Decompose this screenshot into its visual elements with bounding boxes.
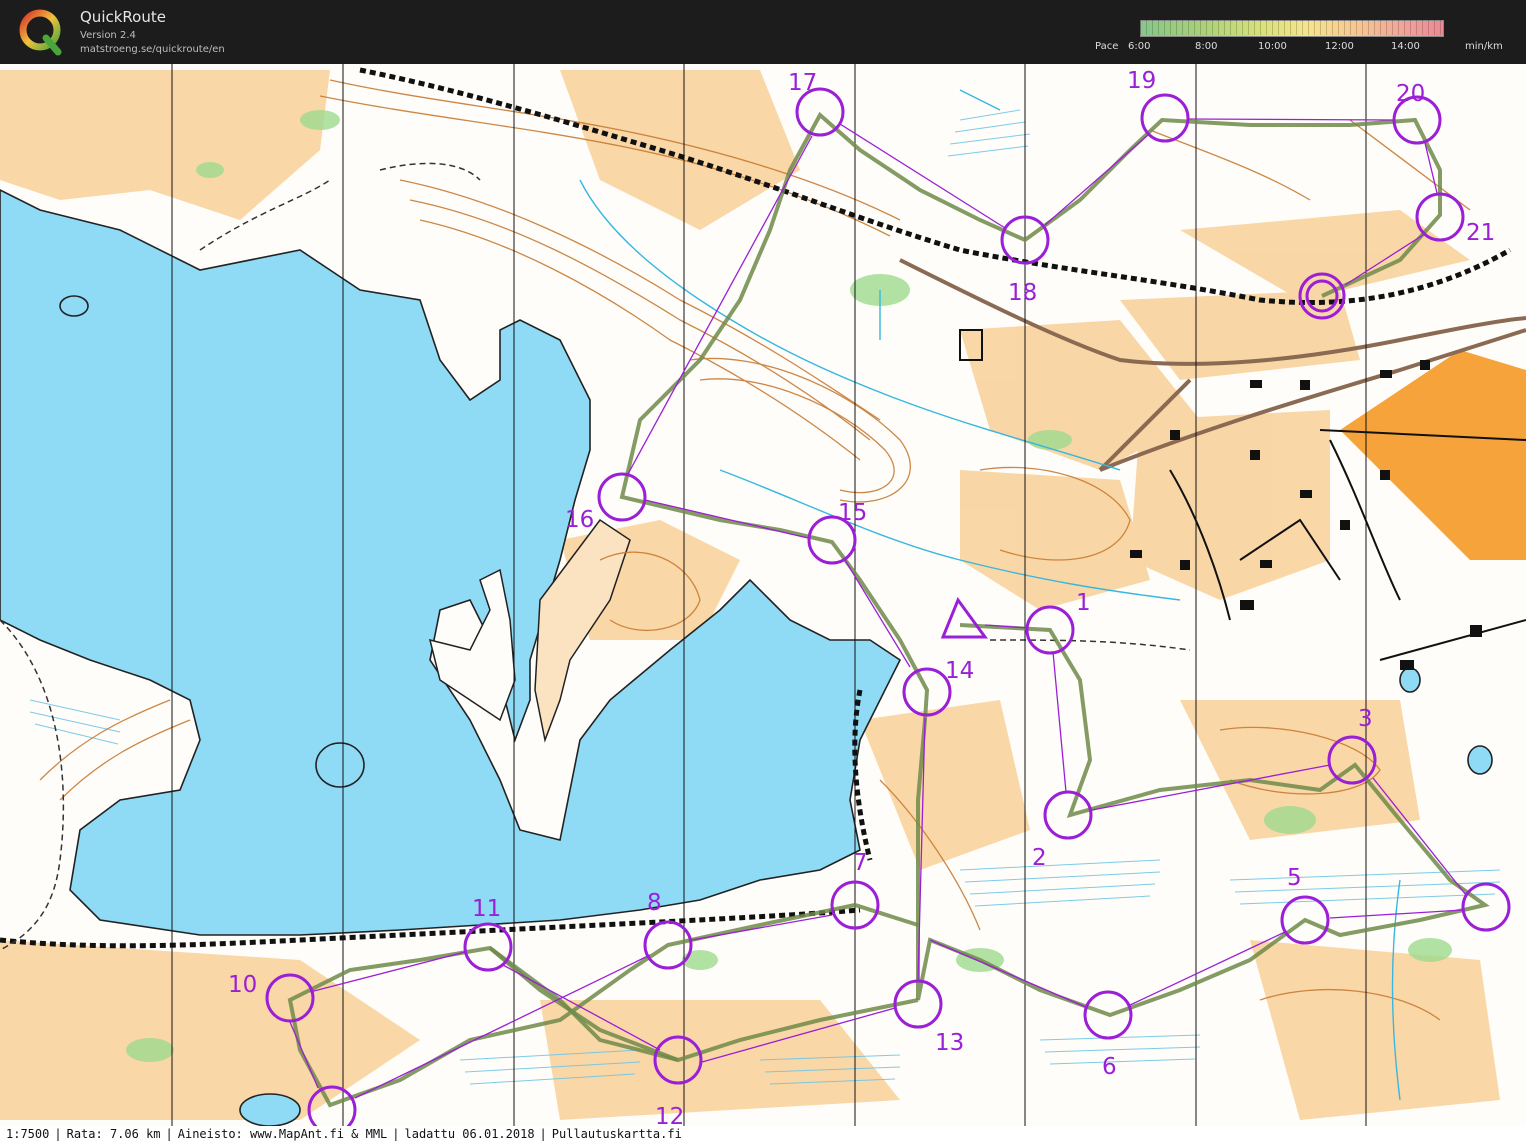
app-header: QuickRoute Version 2.4 matstroeng.se/qui… (0, 0, 1526, 64)
control-number: 3 (1358, 706, 1373, 732)
control-number: 20 (1396, 81, 1425, 107)
pace-tick-label: 8:00 (1195, 41, 1218, 52)
control-number: 21 (1466, 220, 1495, 246)
control-number: 14 (945, 658, 974, 684)
loaded-date: ladattu 06.01.2018 (404, 1127, 535, 1141)
app-url[interactable]: matstroeng.se/quickroute/en (80, 44, 225, 55)
pace-color-scale (1140, 20, 1444, 37)
course-length: Rata: 7.06 km (66, 1127, 161, 1141)
control-number: 16 (565, 507, 594, 533)
control-number: 2 (1032, 845, 1047, 871)
map-scale: 1:7500 (6, 1127, 50, 1141)
app-version: Version 2.4 (80, 30, 136, 41)
control-number: 19 (1127, 68, 1156, 94)
control-number: 12 (655, 1104, 684, 1126)
control-number: 18 (1008, 280, 1037, 306)
pace-tick-label: 12:00 (1325, 41, 1354, 52)
map-credit: Pullautuskartta.fi (551, 1127, 682, 1141)
quickroute-q-logo-icon (19, 9, 62, 56)
map-source: Aineisto: www.MapAnt.fi & MML (177, 1127, 388, 1141)
pace-tick-label: 10:00 (1258, 41, 1287, 52)
app-title: QuickRoute (80, 8, 166, 26)
control-number: 10 (228, 972, 257, 998)
control-number: 11 (472, 896, 501, 922)
control-number: 7 (853, 850, 868, 876)
map-canvas[interactable]: 1 2 3 5 6 7 8 10 11 12 13 14 15 16 17 18… (0, 64, 1526, 1126)
pace-tick-label: 6:00 (1128, 41, 1151, 52)
map-footer: 1:7500 | Rata: 7.06 km | Aineisto: www.MapAn… (0, 1126, 1526, 1143)
control-number: 17 (788, 70, 817, 96)
orienteering-map[interactable]: 1 2 3 5 6 7 8 10 11 12 13 14 15 16 17 18… (0, 64, 1526, 1126)
control-number: 8 (647, 890, 662, 916)
control-number: 6 (1102, 1054, 1117, 1080)
pace-tick-label: 14:00 (1391, 41, 1420, 52)
control-number: 13 (935, 1030, 964, 1056)
control-number: 15 (838, 500, 867, 526)
pace-unit-label: min/km (1465, 41, 1503, 52)
control-number: 1 (1076, 590, 1091, 616)
control-number: 5 (1287, 865, 1302, 891)
pace-label: Pace (1095, 41, 1119, 52)
